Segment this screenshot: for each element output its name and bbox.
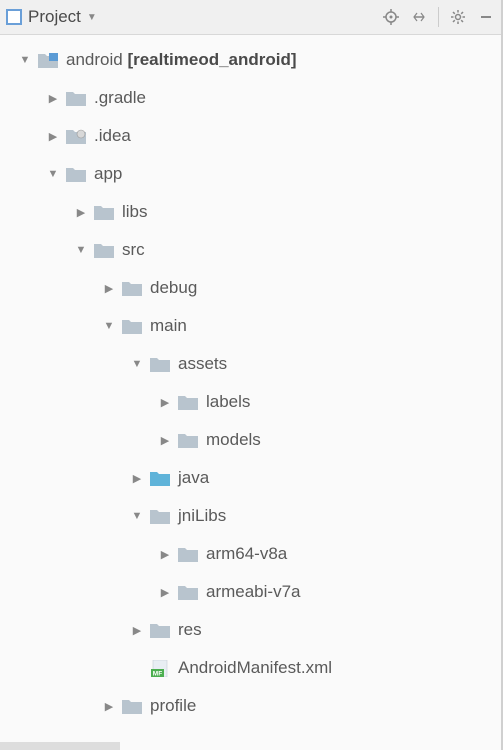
expand-arrow-icon[interactable]: ▶ — [102, 699, 116, 713]
tree-node-manifest[interactable]: ▶ MF AndroidManifest.xml — [0, 649, 501, 687]
tree-label: android [realtimeod_android] — [66, 50, 297, 70]
tree-node-arm64[interactable]: ▶ arm64-v8a — [0, 535, 501, 573]
expand-arrow-icon[interactable]: ▶ — [158, 547, 172, 561]
tree-node-idea[interactable]: ▶ .idea — [0, 117, 501, 155]
folder-icon — [122, 318, 142, 334]
expand-arrow-icon[interactable]: ▶ — [74, 205, 88, 219]
minimize-icon[interactable] — [477, 8, 495, 26]
expand-arrow-icon[interactable]: ▶ — [46, 91, 60, 105]
tree-node-java[interactable]: ▶ java — [0, 459, 501, 497]
separator — [438, 7, 439, 27]
header-toolbar — [382, 7, 495, 27]
tree-node-profile[interactable]: ▶ profile — [0, 687, 501, 725]
folder-icon — [122, 698, 142, 714]
tree-node-libs[interactable]: ▶ libs — [0, 193, 501, 231]
tree-node-res[interactable]: ▶ res — [0, 611, 501, 649]
folder-icon — [66, 90, 86, 106]
tree-label: AndroidManifest.xml — [178, 658, 332, 678]
tree-node-assets[interactable]: ▼ assets — [0, 345, 501, 383]
view-selector[interactable]: Project ▼ — [28, 7, 97, 27]
tree-label: libs — [122, 202, 148, 222]
panel-title: Project — [28, 7, 81, 27]
header-left: Project ▼ — [6, 7, 97, 27]
tree-node-jnilibs[interactable]: ▼ jniLibs — [0, 497, 501, 535]
gear-icon[interactable] — [449, 8, 467, 26]
tree-label: jniLibs — [178, 506, 226, 526]
tree-label: armeabi-v7a — [206, 582, 301, 602]
project-panel: Project ▼ ▼ androi — [0, 0, 503, 750]
manifest-file-icon: MF — [150, 660, 170, 676]
tree-label: assets — [178, 354, 227, 374]
folder-icon — [150, 356, 170, 372]
tree-label: java — [178, 468, 209, 488]
folder-icon — [94, 242, 114, 258]
expand-arrow-icon[interactable]: ▼ — [102, 319, 116, 333]
tree-label: .idea — [94, 126, 131, 146]
folder-icon — [66, 128, 86, 144]
folder-icon — [122, 280, 142, 296]
chevron-down-icon: ▼ — [87, 12, 97, 23]
expand-arrow-icon[interactable]: ▼ — [18, 53, 32, 67]
folder-icon — [178, 546, 198, 562]
expand-arrow-icon[interactable]: ▶ — [158, 433, 172, 447]
folder-icon — [150, 508, 170, 524]
tree-label: .gradle — [94, 88, 146, 108]
tree-label: src — [122, 240, 145, 260]
folder-icon — [150, 622, 170, 638]
module-folder-icon — [38, 52, 58, 68]
scrollbar-horizontal[interactable] — [0, 742, 120, 750]
collapse-icon[interactable] — [410, 8, 428, 26]
folder-icon — [178, 394, 198, 410]
tree-label: models — [206, 430, 261, 450]
folder-icon — [94, 204, 114, 220]
svg-text:MF: MF — [153, 670, 162, 677]
tree-node-main[interactable]: ▼ main — [0, 307, 501, 345]
tree-node-models[interactable]: ▶ models — [0, 421, 501, 459]
expand-arrow-icon[interactable]: ▶ — [130, 623, 144, 637]
expand-arrow-icon[interactable]: ▶ — [158, 395, 172, 409]
tree-label: res — [178, 620, 202, 640]
tree-label: arm64-v8a — [206, 544, 287, 564]
tree-node-labels[interactable]: ▶ labels — [0, 383, 501, 421]
target-icon[interactable] — [382, 8, 400, 26]
folder-icon — [66, 166, 86, 182]
expand-arrow-icon[interactable]: ▼ — [74, 243, 88, 257]
expand-arrow-icon[interactable]: ▶ — [46, 129, 60, 143]
tree-label: labels — [206, 392, 250, 412]
tree-label: debug — [150, 278, 197, 298]
tree-node-gradle[interactable]: ▶ .gradle — [0, 79, 501, 117]
expand-arrow-icon[interactable]: ▶ — [102, 281, 116, 295]
expand-arrow-icon[interactable]: ▶ — [130, 471, 144, 485]
expand-arrow-icon[interactable]: ▼ — [130, 357, 144, 371]
tree-label: profile — [150, 696, 196, 716]
expand-arrow-icon[interactable]: ▶ — [158, 585, 172, 599]
tree-node-armeabi[interactable]: ▶ armeabi-v7a — [0, 573, 501, 611]
tree-label: main — [150, 316, 187, 336]
folder-icon — [178, 584, 198, 600]
project-tree[interactable]: ▼ android [realtimeod_android] ▶ .gradle… — [0, 35, 501, 750]
expand-arrow-icon[interactable]: ▼ — [46, 167, 60, 181]
tree-label: app — [94, 164, 122, 184]
tree-node-android[interactable]: ▼ android [realtimeod_android] — [0, 41, 501, 79]
tree-node-src[interactable]: ▼ src — [0, 231, 501, 269]
project-icon — [6, 9, 22, 25]
tree-node-app[interactable]: ▼ app — [0, 155, 501, 193]
expand-arrow-icon[interactable]: ▼ — [130, 509, 144, 523]
tree-node-debug[interactable]: ▶ debug — [0, 269, 501, 307]
folder-icon — [178, 432, 198, 448]
panel-header: Project ▼ — [0, 0, 501, 35]
source-folder-icon — [150, 470, 170, 486]
